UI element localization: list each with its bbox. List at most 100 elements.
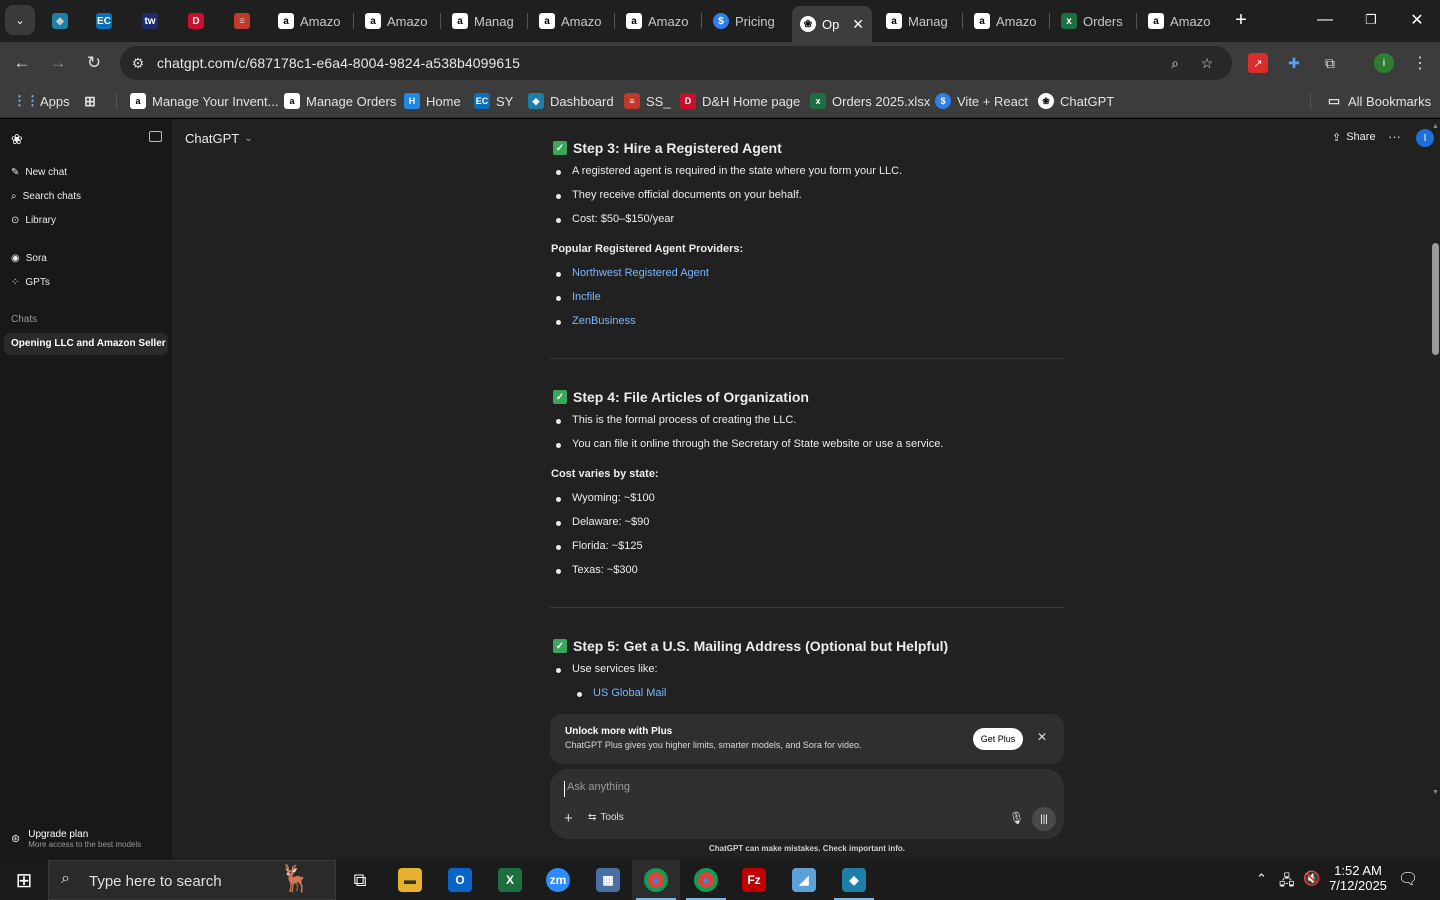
volume-muted-icon[interactable]: 🔇	[1303, 870, 1320, 887]
url-text[interactable]: chatgpt.com/c/687178c1-e6a4-8004-9824-a5…	[157, 55, 520, 71]
scroll-down-icon[interactable]: ▼	[1432, 789, 1439, 796]
taskbar-calculator[interactable]: ▦	[584, 860, 632, 900]
zoom-icon[interactable]: ⌕	[1165, 53, 1185, 73]
scrollbar-thumb[interactable]	[1432, 243, 1439, 355]
taskbar-chrome-active[interactable]: ●	[632, 860, 680, 900]
bookmark-ss[interactable]: ≡ SS_	[624, 92, 671, 110]
new-tab-button[interactable]: +	[1218, 0, 1264, 40]
openai-logo-icon[interactable]: ❀	[11, 131, 23, 148]
sidebar-item-library[interactable]: ⊙ Library	[11, 212, 56, 228]
tab-amazon-1[interactable]: a Amazo	[270, 6, 352, 36]
bookmark-orders-xlsx[interactable]: x Orders 2025.xlsx	[810, 92, 930, 110]
tab-orders-excel[interactable]: x Orders	[1053, 6, 1135, 36]
more-options-icon[interactable]: ···	[1388, 129, 1401, 144]
address-bar[interactable]: ⚙ chatgpt.com/c/687178c1-e6a4-8004-9824-…	[120, 46, 1232, 80]
back-button[interactable]: ←	[8, 50, 36, 76]
forward-button[interactable]: →	[44, 50, 72, 76]
task-view-button[interactable]: ⧉	[336, 860, 384, 900]
tools-button[interactable]: ⇆ Tools	[588, 812, 624, 823]
microphone-icon[interactable]: 🎙	[1009, 811, 1024, 825]
amazon-icon: a	[365, 13, 381, 29]
taskbar-app-diamond[interactable]: ◆	[830, 860, 878, 900]
scroll-up-icon[interactable]: ▲	[1432, 123, 1439, 130]
system-clock[interactable]: 1:52 AM 7/12/2025	[1326, 863, 1390, 893]
reload-button[interactable]: ↻	[80, 50, 108, 76]
model-selector[interactable]: ChatGPT ⌄	[185, 131, 253, 146]
tab-amazon-4[interactable]: a Amazo	[618, 6, 700, 36]
tab-manage-2[interactable]: a Manag	[878, 6, 960, 36]
tab-amazon-5[interactable]: a Amazo	[966, 6, 1048, 36]
site-info-icon[interactable]: ⚙	[128, 53, 148, 73]
tab-amazon-6[interactable]: a Amazo	[1140, 6, 1222, 36]
taskbar-outlook[interactable]: O	[436, 860, 484, 900]
tab-amazon-2[interactable]: a Amazo	[357, 6, 439, 36]
minimize-button[interactable]: —	[1302, 0, 1348, 40]
search-icon: ⌕	[11, 190, 17, 202]
tab-manage-1[interactable]: a Manag	[444, 6, 526, 36]
provider-link[interactable]: Northwest Registered Agent	[556, 267, 709, 279]
active-chat-item[interactable]: Opening LLC and Amazon Seller	[4, 333, 168, 355]
bookmark-dh-home[interactable]: D D&H Home page	[680, 92, 800, 110]
tab-pinned-1[interactable]: ◆	[44, 6, 84, 36]
extension-puzzle-blue-icon[interactable]: ✚	[1284, 53, 1304, 73]
plus-icon[interactable]: +	[564, 810, 573, 827]
extensions-icon[interactable]: ⧉	[1320, 53, 1340, 73]
tab-pricing[interactable]: $ Pricing	[705, 6, 787, 36]
tab-pinned-4[interactable]: D	[180, 6, 220, 36]
sidebar-toggle-icon[interactable]	[149, 131, 162, 142]
bookmark-sy[interactable]: EC SY	[474, 92, 513, 110]
tab-pinned-3[interactable]: tw	[134, 6, 174, 36]
taskbar-search-box[interactable]: ⌕ Type here to search 🦌	[48, 860, 336, 900]
bookmark-chatgpt[interactable]: ❀ ChatGPT	[1038, 92, 1114, 110]
taskbar-chrome-2[interactable]: ●	[682, 860, 730, 900]
taskbar-zoom[interactable]: zm	[534, 860, 582, 900]
sidebar-item-search-chats[interactable]: ⌕ Search chats	[11, 188, 81, 204]
network-icon[interactable]: 🖧	[1279, 870, 1295, 894]
taskbar-app-blue[interactable]: ◢	[780, 860, 828, 900]
voice-mode-icon[interactable]: |||	[1032, 807, 1056, 831]
tab-separator	[440, 13, 441, 29]
provider-link[interactable]: Incfile	[556, 291, 601, 303]
tab-title: Pricing	[735, 13, 775, 29]
restore-button[interactable]: ❐	[1348, 0, 1394, 40]
bookmark-vite-react[interactable]: $ Vite + React	[935, 92, 1028, 110]
tab-search-button[interactable]: ⌄	[5, 5, 35, 35]
close-icon[interactable]: ✕	[1037, 730, 1047, 744]
bookmark-manage-inventory[interactable]: a Manage Your Invent...	[130, 92, 278, 110]
bookmark-manage-orders[interactable]: a Manage Orders	[284, 92, 396, 110]
prompt-input[interactable]: Ask anything	[564, 781, 1024, 797]
sidebar-item-new-chat[interactable]: ✎ New chat	[11, 164, 67, 180]
bookmark-apps[interactable]: ⋮⋮ Apps	[13, 92, 70, 110]
bookmark-tab-groups[interactable]: ⊞	[82, 92, 98, 110]
tab-amazon-3[interactable]: a Amazo	[531, 6, 613, 36]
list-item: Use services like:	[556, 663, 658, 675]
start-button[interactable]: ⊞	[0, 860, 48, 900]
notifications-icon[interactable]: 🗨	[1398, 869, 1418, 889]
taskbar-file-explorer[interactable]: ▬	[386, 860, 434, 900]
scrollbar[interactable]: ▲ ▼	[1430, 119, 1440, 860]
tab-chatgpt-active[interactable]: ❀ Op ✕	[792, 6, 872, 42]
bookmark-star-icon[interactable]: ☆	[1197, 53, 1217, 73]
get-plus-button[interactable]: Get Plus	[973, 728, 1023, 750]
bookmark-home[interactable]: H Home	[404, 92, 461, 110]
service-link[interactable]: US Global Mail	[576, 687, 666, 699]
tab-separator	[962, 13, 963, 29]
share-button[interactable]: ⇪ Share	[1332, 131, 1376, 144]
upgrade-plan[interactable]: ⊛ Upgrade plan More access to the best m…	[11, 829, 141, 849]
profile-avatar-icon[interactable]: i	[1374, 53, 1394, 73]
hidden-icons-chevron-icon[interactable]: ⌃	[1256, 871, 1267, 887]
extension-arrow-icon[interactable]: ↗	[1248, 53, 1268, 73]
tab-pinned-5[interactable]: ≡	[226, 6, 266, 36]
taskbar-filezilla[interactable]: Fz	[730, 860, 778, 900]
bookmark-dashboard[interactable]: ◆ Dashboard	[528, 92, 614, 110]
sidebar-item-gpts[interactable]: ⁘ GPTs	[11, 274, 50, 290]
provider-link[interactable]: ZenBusiness	[556, 315, 636, 327]
tab-pinned-2[interactable]: EC	[88, 6, 128, 36]
menu-dots-icon[interactable]: ⋮	[1410, 53, 1430, 73]
close-tab-icon[interactable]: ✕	[852, 16, 864, 33]
close-window-button[interactable]: ✕	[1394, 0, 1440, 40]
all-bookmarks[interactable]: ▭ All Bookmarks	[1326, 92, 1431, 110]
sidebar-item-sora[interactable]: ◉ Sora	[11, 250, 47, 266]
amazon-icon: a	[278, 13, 294, 29]
taskbar-excel[interactable]: X	[486, 860, 534, 900]
